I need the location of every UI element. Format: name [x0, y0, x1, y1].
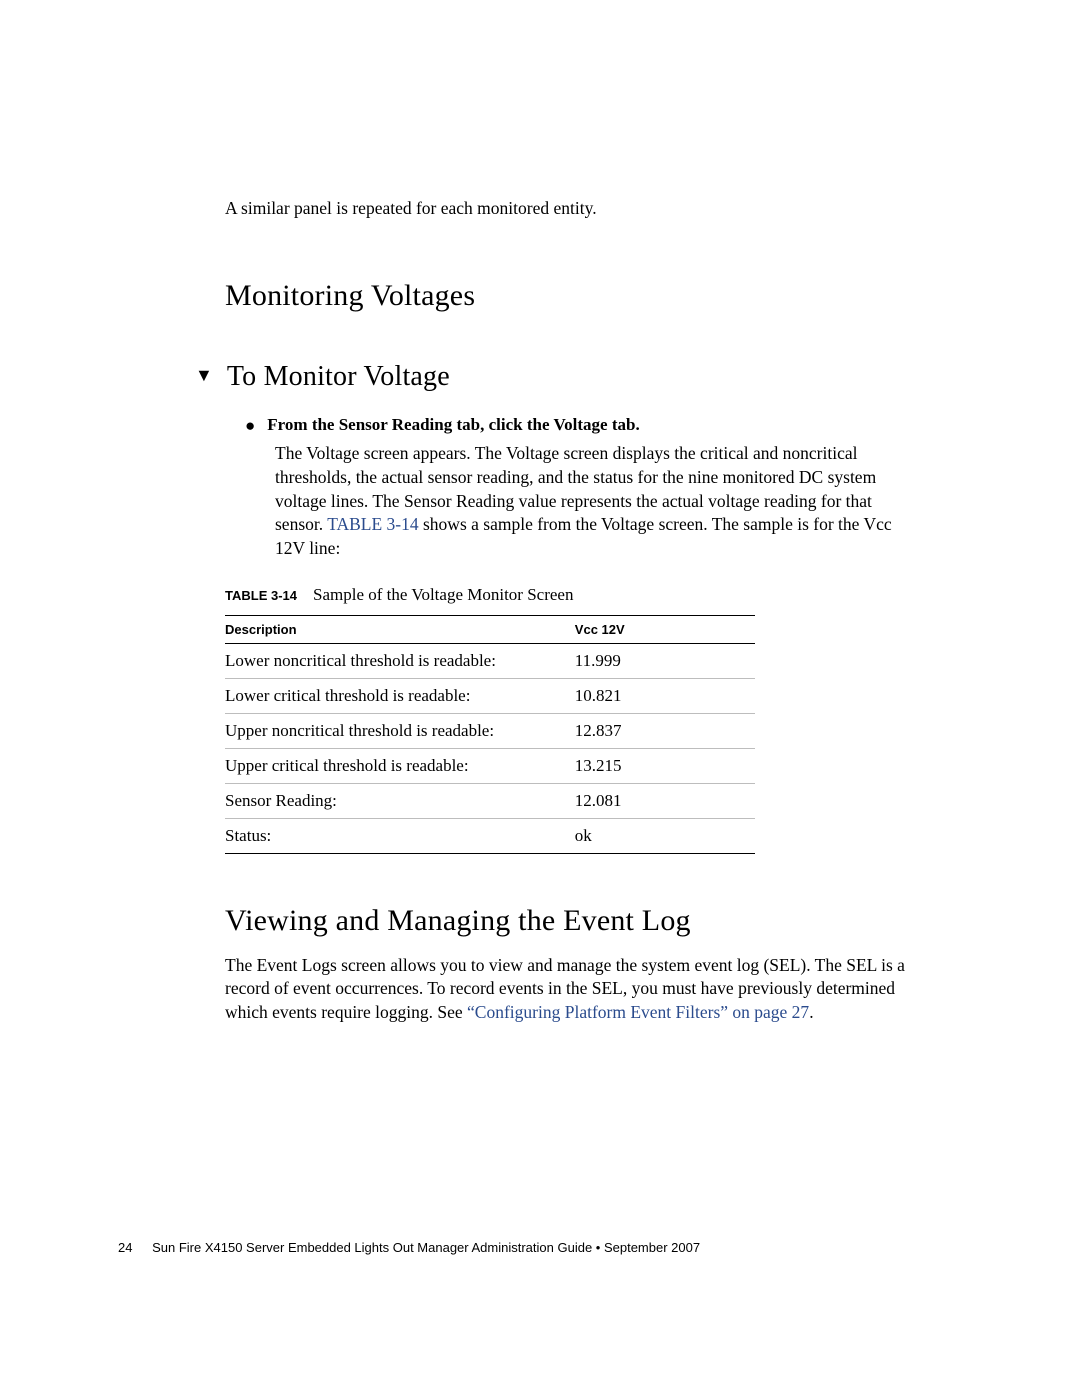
task-heading-row: ▼ To Monitor Voltage — [195, 361, 905, 393]
step-instruction: From the Sensor Reading tab, click the V… — [267, 413, 639, 437]
heading-viewing-event-log: Viewing and Managing the Event Log — [225, 904, 905, 938]
step-body: The Voltage screen appears. The Voltage … — [245, 442, 905, 560]
table-row: Upper critical threshold is readable: 13… — [225, 748, 755, 783]
cell-description: Lower noncritical threshold is readable: — [225, 643, 575, 678]
cell-description: Upper noncritical threshold is readable: — [225, 713, 575, 748]
triangle-down-icon: ▼ — [195, 366, 213, 384]
table-xref-link[interactable]: TABLE 3-14 — [327, 514, 418, 534]
page-footer: 24 Sun Fire X4150 Server Embedded Lights… — [118, 1240, 700, 1255]
table-caption: TABLE 3-14 Sample of the Voltage Monitor… — [225, 585, 905, 605]
voltage-table: Description Vcc 12V Lower noncritical th… — [225, 615, 755, 854]
intro-paragraph: A similar panel is repeated for each mon… — [225, 197, 905, 221]
bullet-icon: ● — [245, 414, 255, 438]
page: A similar panel is repeated for each mon… — [0, 0, 1080, 1397]
cell-value: 13.215 — [575, 748, 755, 783]
col-description: Description — [225, 615, 575, 643]
cell-value: 10.821 — [575, 678, 755, 713]
table-row: Lower noncritical threshold is readable:… — [225, 643, 755, 678]
table-caption-text: Sample of the Voltage Monitor Screen — [313, 585, 573, 604]
heading-to-monitor-voltage: To Monitor Voltage — [227, 361, 450, 393]
step-row: ● From the Sensor Reading tab, click the… — [245, 413, 905, 437]
cell-value: 12.837 — [575, 713, 755, 748]
cell-description: Upper critical threshold is readable: — [225, 748, 575, 783]
cell-description: Status: — [225, 818, 575, 853]
table-row: Status: ok — [225, 818, 755, 853]
cell-description: Sensor Reading: — [225, 783, 575, 818]
col-vcc12v: Vcc 12V — [575, 615, 755, 643]
page-number: 24 — [118, 1240, 132, 1255]
event-filters-xref-link[interactable]: “Configuring Platform Event Filters” on … — [467, 1002, 809, 1022]
table-row: Lower critical threshold is readable: 10… — [225, 678, 755, 713]
cell-value: ok — [575, 818, 755, 853]
table-caption-label: TABLE 3-14 — [225, 588, 297, 603]
event-log-paragraph: The Event Logs screen allows you to view… — [225, 954, 905, 1025]
cell-value: 12.081 — [575, 783, 755, 818]
event-log-post: . — [809, 1002, 813, 1022]
footer-text: Sun Fire X4150 Server Embedded Lights Ou… — [152, 1240, 700, 1255]
heading-monitoring-voltages: Monitoring Voltages — [225, 279, 905, 313]
table-row: Upper noncritical threshold is readable:… — [225, 713, 755, 748]
cell-value: 11.999 — [575, 643, 755, 678]
table-header-row: Description Vcc 12V — [225, 615, 755, 643]
step-block: ● From the Sensor Reading tab, click the… — [245, 413, 905, 561]
table-row: Sensor Reading: 12.081 — [225, 783, 755, 818]
cell-description: Lower critical threshold is readable: — [225, 678, 575, 713]
